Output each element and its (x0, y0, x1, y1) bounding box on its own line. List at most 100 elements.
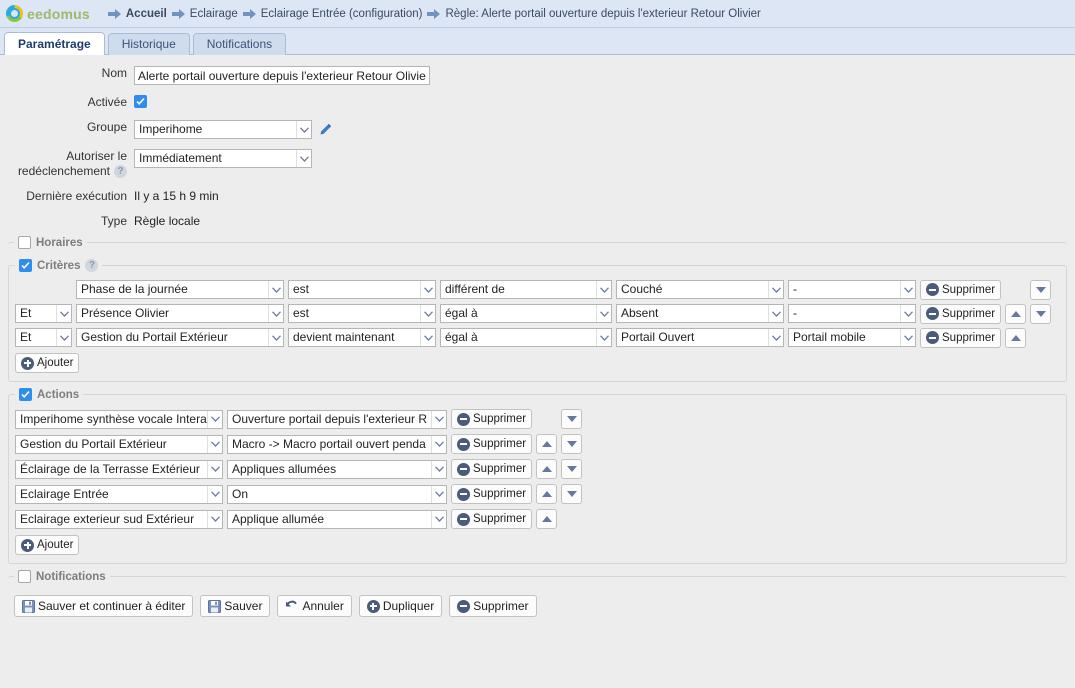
chevron-down-icon (207, 485, 222, 503)
action-row: Eclairage Entrée On Supprimer (15, 484, 1060, 504)
criteria-delete-button[interactable]: Supprimer (920, 303, 1002, 324)
criteria-delete-button[interactable]: Supprimer (920, 279, 1002, 300)
notifications-checkbox[interactable] (18, 570, 31, 583)
action-target-select[interactable]: Eclairage exterieur sud Extérieur (15, 509, 223, 529)
breadcrumb-item-eclairage[interactable]: Eclairage (171, 7, 238, 20)
action-delete-button[interactable]: Supprimer (451, 459, 533, 479)
criteria-verb-value: est (293, 282, 310, 296)
groupe-select[interactable]: Imperihome (134, 120, 312, 139)
action-move-down-button[interactable] (561, 459, 583, 479)
help-icon[interactable]: ? (114, 165, 127, 178)
breadcrumb-label: Eclairage (189, 7, 238, 20)
action-command-value: Appliques allumées (232, 461, 337, 476)
criteria-value-text: Portail Ouvert (621, 330, 695, 344)
action-command-select[interactable]: Applique allumée (227, 509, 447, 529)
breadcrumb-item-accueil[interactable]: Accueil (107, 8, 167, 20)
criteres-checkbox[interactable] (19, 259, 32, 272)
criteria-delete-button[interactable]: Supprimer (920, 327, 1002, 348)
action-target-select[interactable]: Imperihome synthèse vocale Intera (15, 409, 223, 429)
save-button[interactable]: Sauver (200, 595, 271, 617)
save-and-continue-button[interactable]: Sauver et continuer à éditer (14, 595, 194, 617)
action-move-up-button[interactable] (536, 434, 558, 454)
action-command-select[interactable]: On (227, 484, 447, 504)
criteria-extra-select[interactable]: - (788, 280, 916, 299)
action-move-up-button[interactable] (536, 509, 558, 529)
criteria-move-up-button[interactable] (1005, 303, 1027, 324)
criteres-legend: Critères ? (15, 259, 102, 272)
activee-label: Activée (87, 95, 127, 109)
action-command-select[interactable]: Appliques allumées (227, 459, 447, 479)
action-command-select[interactable]: Ouverture portail depuis l'exterieur R (227, 409, 447, 429)
action-target-select[interactable]: Éclairage de la Terrasse Extérieur (15, 459, 223, 479)
edit-group-pencil-icon[interactable] (318, 123, 332, 137)
rule-form: Nom Activée Groupe Imperihome Autoriser … (0, 55, 1075, 229)
action-delete-label: Supprimer (473, 513, 527, 525)
criteria-value-select[interactable]: Absent (616, 304, 784, 323)
criteria-conjunction-select[interactable]: Et (15, 304, 72, 323)
activee-checkbox[interactable] (134, 95, 147, 108)
criteria-operator-select[interactable]: égal à (440, 304, 612, 323)
criteria-move-up-button[interactable] (1005, 327, 1027, 348)
action-target-select[interactable]: Gestion du Portail Extérieur (15, 434, 223, 454)
chevron-down-icon (207, 410, 222, 428)
action-command-select[interactable]: Macro -> Macro portail ouvert penda (227, 434, 447, 454)
autoriser-label-line2: redéclenchement (17, 164, 110, 178)
action-move-up-button[interactable] (536, 484, 558, 504)
criteria-add-button[interactable]: Ajouter (15, 353, 80, 373)
criteria-subject-select[interactable]: Présence Olivier (76, 304, 284, 323)
nom-input[interactable] (134, 66, 430, 85)
horaires-checkbox[interactable] (18, 236, 31, 249)
chevron-down-icon (900, 305, 915, 322)
action-delete-button[interactable]: Supprimer (451, 434, 533, 454)
actions-checkbox[interactable] (19, 388, 32, 401)
help-icon[interactable]: ? (85, 259, 99, 272)
action-target-select[interactable]: Eclairage Entrée (15, 484, 223, 504)
field-row-type: Type Règle locale (0, 211, 1075, 229)
arrow-up-icon (541, 491, 552, 497)
action-move-up-button[interactable] (536, 459, 558, 479)
criteria-subject-select[interactable]: Gestion du Portail Extérieur (76, 328, 284, 347)
criteria-extra-select[interactable]: Portail mobile (788, 328, 916, 347)
chevron-down-icon (768, 281, 783, 298)
delete-icon (457, 487, 470, 501)
criteria-list: Phase de la journée est différent de Cou… (15, 279, 1060, 373)
duplicate-button[interactable]: Dupliquer (358, 595, 443, 617)
autoriser-select[interactable]: Immédiatement (134, 149, 312, 168)
action-move-down-button[interactable] (561, 484, 583, 504)
autoriser-label: Autoriser le redéclenchement ? (0, 146, 134, 179)
cancel-button[interactable]: Annuler (277, 595, 352, 617)
action-delete-button[interactable]: Supprimer (451, 484, 533, 504)
breadcrumb-item-eclairage-entree[interactable]: Eclairage Entrée (configuration) (242, 7, 423, 20)
breadcrumb-label: Eclairage Entrée (configuration) (260, 7, 423, 20)
tab-notifications[interactable]: Notifications (192, 33, 287, 55)
action-delete-button[interactable]: Supprimer (451, 509, 533, 529)
criteria-subject-select[interactable]: Phase de la journée (76, 280, 284, 299)
tab-parametrage[interactable]: Paramétrage (4, 32, 105, 55)
actions-add-button[interactable]: Ajouter (15, 535, 80, 555)
actions-list: Imperihome synthèse vocale Intera Ouvert… (15, 409, 1060, 555)
action-delete-label: Supprimer (473, 488, 527, 500)
action-move-down-button[interactable] (561, 409, 583, 429)
criteria-extra-select[interactable]: - (788, 304, 916, 323)
chevron-down-icon (900, 329, 915, 346)
tab-historique[interactable]: Historique (107, 33, 190, 55)
criteria-value-select[interactable]: Couché (616, 280, 784, 299)
action-command-value: On (232, 486, 249, 501)
action-move-down-button[interactable] (561, 434, 583, 454)
criteria-verb-select[interactable]: devient maintenant (288, 328, 436, 347)
delete-button[interactable]: Supprimer (449, 595, 537, 617)
actions-legend-label: Actions (37, 388, 80, 401)
criteria-operator-select[interactable]: différent de (440, 280, 612, 299)
criteria-move-down-button[interactable] (1030, 279, 1052, 300)
arrow-right-icon (107, 8, 121, 19)
criteria-operator-select[interactable]: égal à (440, 328, 612, 347)
criteria-verb-select[interactable]: est (288, 280, 436, 299)
criteria-move-down-button[interactable] (1030, 303, 1052, 324)
brand-logo[interactable]: eedomus (6, 5, 90, 22)
criteria-value-select[interactable]: Portail Ouvert (616, 328, 784, 347)
criteria-verb-select[interactable]: est (288, 304, 436, 323)
type-label: Type (100, 214, 127, 228)
action-delete-button[interactable]: Supprimer (451, 409, 533, 429)
arrow-up-icon (1010, 310, 1021, 317)
criteria-conjunction-select[interactable]: Et (15, 328, 72, 347)
